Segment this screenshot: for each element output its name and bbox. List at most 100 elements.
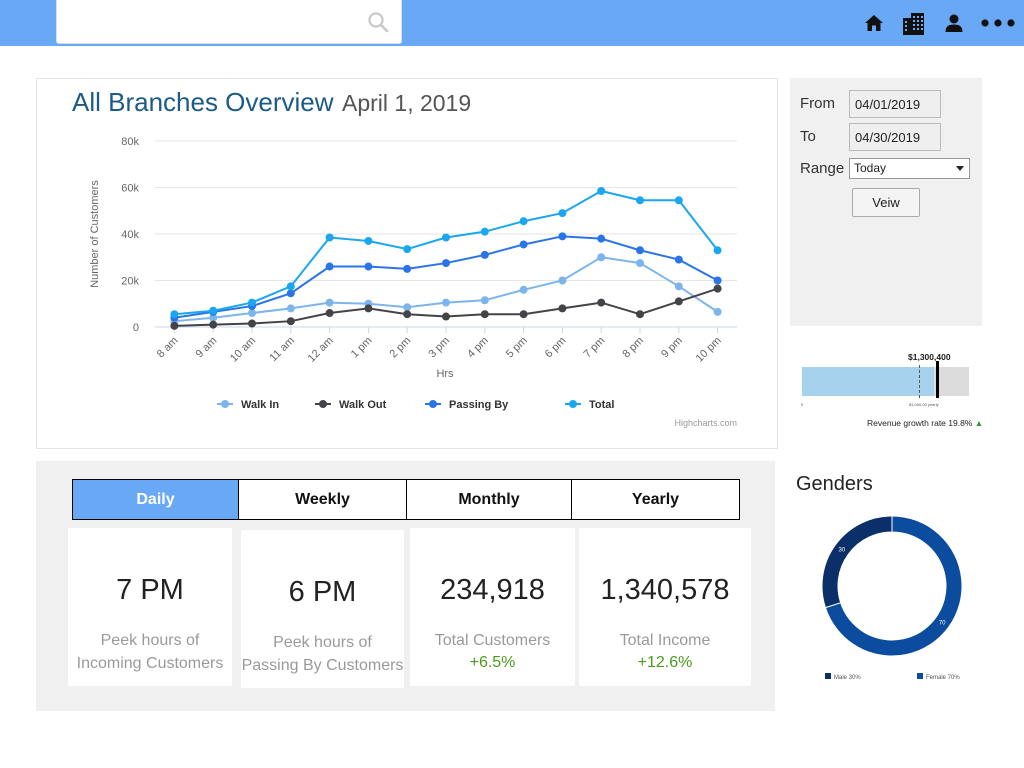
range-label: Range: [800, 160, 845, 177]
tab-yearly[interactable]: Yearly: [572, 480, 739, 519]
stat-label: Total Income: [619, 632, 711, 649]
data-point: [674, 255, 683, 264]
donut-slice-male: [821, 515, 893, 609]
date-filter-panel: From To Range Today Veiw: [790, 78, 982, 326]
tab-weekly[interactable]: Weekly: [239, 480, 407, 519]
data-point: [597, 253, 606, 262]
stat-value: 7 PM: [116, 574, 184, 606]
legend-label: Walk Out: [339, 399, 387, 411]
overview-chart-card: All Branches Overview April 1, 2019 0 20k…: [36, 78, 778, 449]
x-tick-label: 5 pm: [504, 335, 530, 361]
genders-donut-chart: 70 30 Male 30% Female 70%: [821, 515, 963, 681]
y-tick-label: 20k: [121, 276, 139, 288]
revenue-target-line: [918, 365, 920, 398]
data-point: [286, 317, 295, 326]
search-icon[interactable]: [367, 11, 389, 33]
view-button[interactable]: Veiw: [852, 188, 920, 217]
to-date-field[interactable]: [849, 123, 941, 151]
data-point: [597, 186, 606, 195]
data-point: [209, 320, 218, 329]
data-point: [442, 233, 450, 242]
buildings-icon[interactable]: [900, 9, 928, 37]
data-point: [519, 285, 528, 294]
legend-label: Total: [589, 399, 614, 411]
x-tick-label: 9 pm: [659, 335, 685, 361]
data-point: [170, 321, 179, 330]
stat-delta: +6.5%: [469, 654, 516, 671]
data-point: [519, 217, 528, 226]
data-point: [480, 250, 489, 259]
legend-marker: [569, 400, 577, 408]
credits-label: Highcharts.com: [674, 418, 737, 428]
data-point: [325, 233, 334, 242]
x-tick-label: 10 am: [228, 335, 258, 365]
stat-label: Peek hours of: [100, 632, 200, 649]
home-icon[interactable]: [860, 9, 888, 37]
legend-label: Passing By: [449, 399, 509, 411]
y-tick-label: 60k: [121, 183, 139, 195]
search-box[interactable]: [56, 0, 402, 44]
x-tick-label: 8 am: [155, 335, 181, 361]
stat-label: Passing By Customers: [241, 657, 404, 674]
data-point: [519, 310, 528, 319]
data-point: [442, 298, 450, 307]
data-point: [558, 304, 567, 313]
stats-panel: Daily Weekly Monthly Yearly 7 PM Peek ho…: [36, 461, 775, 711]
x-axis-label: Hrs: [436, 368, 454, 380]
donut-data-label: 70: [939, 620, 946, 626]
data-point: [636, 310, 644, 319]
y-tick-label: 80k: [121, 136, 139, 148]
revenue-bar-fill: [802, 367, 934, 396]
top-bar: [0, 0, 1024, 46]
range-select[interactable]: Today: [849, 158, 970, 179]
data-point: [403, 264, 412, 273]
data-point: [248, 319, 256, 328]
data-point: [364, 304, 373, 313]
data-point: [325, 262, 334, 271]
data-point: [248, 298, 256, 307]
revenue-bullet-chart: $1,300,400 0 $1,000,00 yearly Revenue gr…: [790, 328, 983, 448]
genders-title: Genders: [796, 473, 873, 495]
x-tick-label: 6 pm: [543, 335, 569, 361]
data-point: [442, 312, 450, 321]
revenue-tick-start: 0: [801, 402, 804, 407]
from-date-field[interactable]: [849, 90, 941, 118]
period-tabs: Daily Weekly Monthly Yearly: [72, 479, 740, 520]
stat-delta: +12.6%: [637, 654, 693, 671]
data-point: [403, 303, 412, 312]
data-point: [519, 240, 528, 249]
x-tick-label: 4 pm: [465, 335, 491, 361]
data-point: [713, 276, 722, 285]
from-label: From: [800, 95, 835, 112]
x-tick-label: 12 am: [306, 335, 336, 365]
stat-card-passing-peak: 6 PM Peek hours of Passing By Customers: [241, 530, 404, 688]
x-tick-label: 9 am: [194, 335, 220, 361]
x-tick-label: 2 pm: [388, 335, 414, 361]
stat-label: Incoming Customers: [76, 655, 224, 672]
stat-value: 6 PM: [288, 576, 357, 608]
data-point: [480, 296, 489, 305]
y-tick-label: 0: [133, 322, 139, 334]
to-label: To: [800, 128, 816, 145]
tab-monthly[interactable]: Monthly: [407, 480, 572, 519]
x-tick-label: 3 pm: [426, 335, 452, 361]
data-point: [558, 232, 567, 241]
stat-label: Total Customers: [434, 632, 551, 649]
stat-label: Peek hours of: [273, 634, 372, 651]
revenue-growth: Revenue growth rate 19.8% ▲: [867, 418, 983, 428]
stat-card-incoming-peak: 7 PM Peek hours of Incoming Customers: [68, 528, 232, 686]
legend-label: Male 30%: [834, 675, 861, 681]
range-select-value: Today: [854, 161, 887, 175]
stat-value: 234,918: [440, 574, 545, 606]
more-icon[interactable]: [980, 9, 1016, 37]
legend-marker: [429, 400, 437, 408]
legend-swatch: [825, 673, 831, 679]
data-point: [248, 309, 256, 318]
revenue-amount: $1,300,400: [908, 352, 951, 362]
chevron-down-icon: [956, 166, 964, 171]
search-input[interactable]: [65, 10, 355, 34]
tab-daily[interactable]: Daily: [73, 480, 239, 519]
data-point: [636, 196, 644, 205]
x-tick-label: 7 pm: [582, 335, 608, 361]
user-icon[interactable]: [940, 9, 968, 37]
